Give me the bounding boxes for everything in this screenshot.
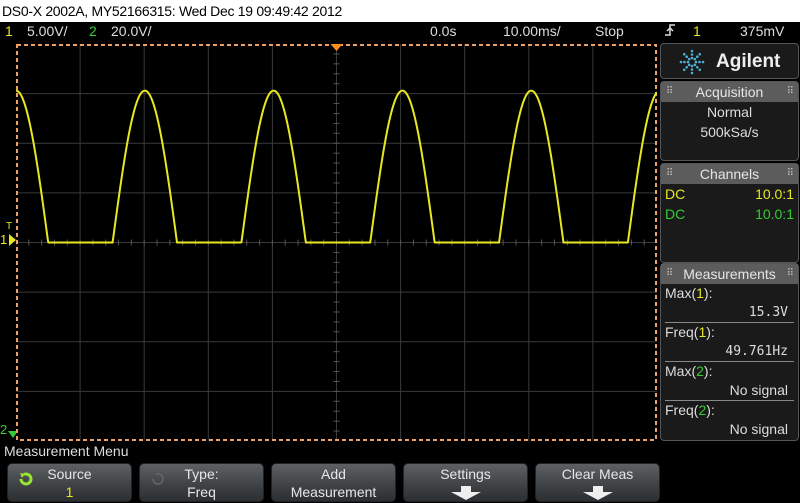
submenu-arrow-icon <box>582 486 613 500</box>
acquisition-box[interactable]: ⠿ Acquisition ⠿ Normal 500kSa/s <box>660 81 799 161</box>
acquisition-rate: 500kSa/s <box>700 124 759 140</box>
measurement-value: 15.3V <box>665 303 794 323</box>
spark-dot <box>690 53 694 56</box>
type-softkey[interactable]: Type: Freq <box>139 463 264 502</box>
spark-dot <box>698 68 702 72</box>
settings-softkey[interactable]: Settings <box>403 463 528 502</box>
channel-probe: 10.0:1 <box>755 206 794 222</box>
measurement-value: No signal <box>729 421 788 437</box>
brand-name: Agilent <box>716 51 781 72</box>
spark-dot <box>686 60 690 64</box>
status-bar: 1 5.00V/ 2 20.0V/ 0.0s 10.00ms/ Stop 1 3… <box>0 22 800 41</box>
softkey-label: Settings <box>440 466 491 482</box>
spark-dot <box>682 68 686 72</box>
grip-icon: ⠿ <box>786 168 794 179</box>
spark-dot <box>696 55 699 58</box>
grip-icon: ⠿ <box>786 86 794 97</box>
spark-dot <box>682 52 686 56</box>
channels-box[interactable]: ⠿ Channels ⠿ DC 10.0:1 DC 10.0:1 <box>660 163 799 263</box>
spark-dot <box>693 63 697 67</box>
rotate-knob-icon <box>152 473 164 485</box>
spark-dot <box>687 57 691 61</box>
grip-icon: ⠿ <box>666 86 673 97</box>
spark-dot <box>696 66 699 69</box>
scope-graticule <box>16 44 657 441</box>
measurement-label: Freq(2): <box>665 402 715 418</box>
waveform-display[interactable] <box>16 44 657 441</box>
grip-icon: ⠿ <box>786 268 794 279</box>
trigger-source[interactable]: 1 <box>693 22 701 41</box>
channels-header: ⠿ Channels ⠿ <box>661 164 798 184</box>
measurement-value: No signal <box>665 381 794 401</box>
ch1-ground-marker[interactable]: 1 <box>0 232 16 247</box>
spark-dot <box>701 60 705 64</box>
acquisition-mode: Normal <box>706 104 753 120</box>
spark-dot <box>690 68 694 71</box>
channel-coupling: DC <box>665 186 686 202</box>
run-state[interactable]: Stop <box>595 22 624 41</box>
ch2-label[interactable]: 2 <box>89 22 97 41</box>
measurement-label: Max(2): <box>665 363 713 379</box>
channel-coupling: DC <box>665 206 686 222</box>
acquisition-header: ⠿ Acquisition ⠿ <box>661 82 798 102</box>
ch2-scale[interactable]: 20.0V/ <box>111 22 151 41</box>
ch1-trigger-level-marker[interactable]: T <box>6 222 12 232</box>
measurements-box[interactable]: ⠿ Measurements ⠿ Max(1): 15.3V Freq(1): … <box>660 263 799 441</box>
spark-dot <box>690 64 694 68</box>
measurement-label: Freq(1): <box>665 324 715 340</box>
spark-dot <box>694 60 698 64</box>
rotate-knob-icon <box>19 472 33 486</box>
brand-box: Agilent <box>660 43 799 79</box>
spark-dot <box>698 60 701 64</box>
spark-dot <box>698 52 702 56</box>
title-bar: DS0-X 2002A, MY52166315: Wed Dec 19 09:4… <box>0 0 800 22</box>
measurements-header: ⠿ Measurements ⠿ <box>661 264 798 284</box>
channel-probe: 10.0:1 <box>755 186 794 202</box>
softkey-value: Measurement <box>290 484 377 500</box>
softkey-label: Add <box>321 466 346 482</box>
acquisition-title: Acquisition <box>695 84 764 100</box>
submenu-arrow-icon <box>450 486 481 500</box>
spark-dot <box>685 55 688 58</box>
spark-dot <box>685 66 688 69</box>
trigger-position-marker <box>330 44 343 51</box>
spark-dot <box>693 57 697 61</box>
rising-edge-trigger-icon <box>664 22 676 43</box>
clear-meas-softkey[interactable]: Clear Meas <box>535 463 660 502</box>
measurement-label: Max(1): <box>665 285 713 301</box>
channels-title: Channels <box>699 166 760 182</box>
source-softkey[interactable]: Source 1 <box>7 463 132 502</box>
grip-icon: ⠿ <box>666 268 673 279</box>
ch1-marker-label: 1 <box>0 232 8 247</box>
channel-row-2: DC 10.0:1 <box>661 204 798 224</box>
ch1-label[interactable]: 1 <box>5 22 13 41</box>
agilent-spark-icon <box>679 49 705 75</box>
time-scale[interactable]: 10.00ms/ <box>503 22 561 41</box>
spark-dot <box>683 60 686 64</box>
softkey-label: Clear Meas <box>561 466 634 482</box>
spark-dot <box>690 56 694 60</box>
measurements-title: Measurements <box>683 266 776 282</box>
ch2-marker[interactable]: 2 <box>0 422 18 438</box>
spark-dot <box>690 49 694 53</box>
menu-title: Measurement Menu <box>4 443 129 459</box>
side-panel: Agilent ⠿ Acquisition ⠿ Normal 500kSa/s … <box>660 43 799 441</box>
measurement-value: 49.761Hz <box>665 342 794 362</box>
channel-row-1: DC 10.0:1 <box>661 184 798 204</box>
ch2-marker-label: 2 <box>0 422 8 437</box>
spark-dot <box>687 63 691 67</box>
spark-dot <box>690 71 694 75</box>
grip-icon: ⠿ <box>666 168 673 179</box>
add-measurement-softkey[interactable]: Add Measurement <box>271 463 396 502</box>
spark-dot <box>679 60 683 64</box>
time-delay[interactable]: 0.0s <box>430 22 456 41</box>
ch1-scale[interactable]: 5.00V/ <box>27 22 67 41</box>
trigger-level[interactable]: 375mV <box>740 22 784 41</box>
ground-icon <box>9 234 16 246</box>
